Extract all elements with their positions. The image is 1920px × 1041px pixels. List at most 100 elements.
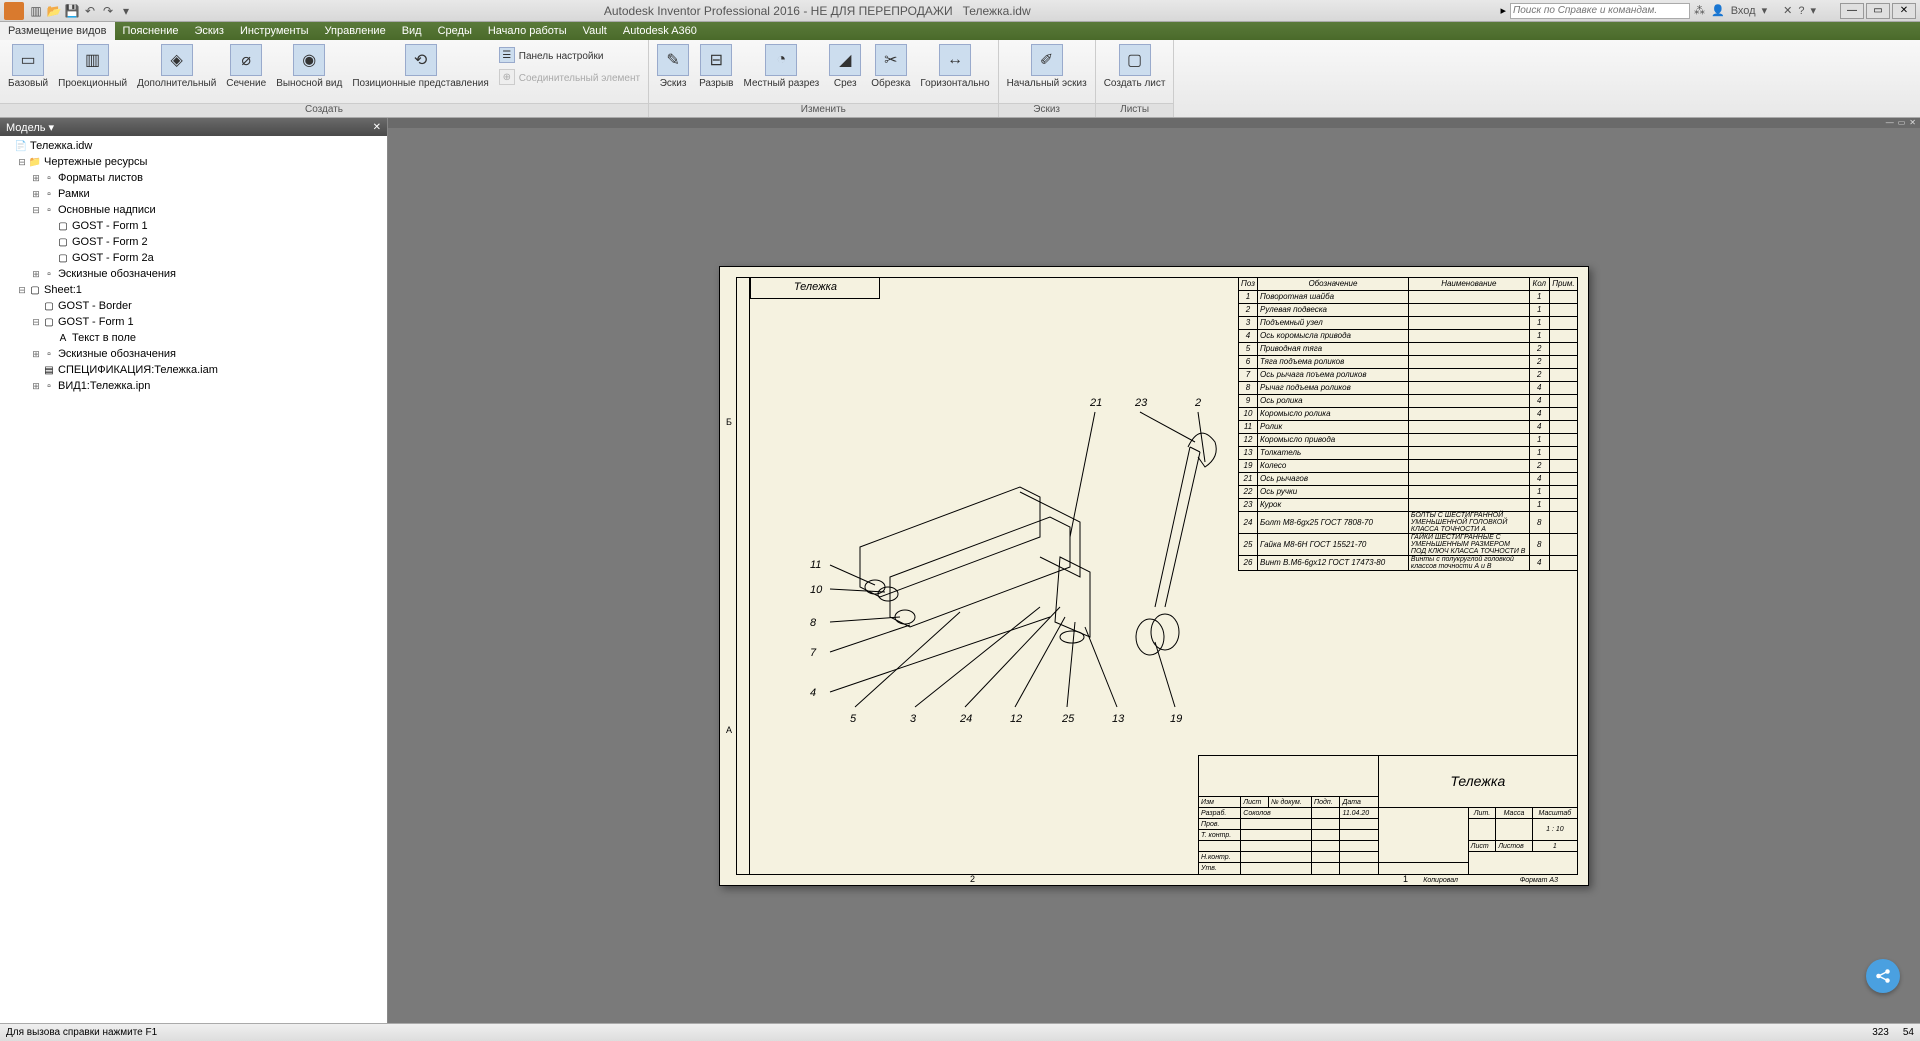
node-icon: ▢: [56, 235, 70, 249]
qat-redo-icon[interactable]: ↷: [100, 3, 116, 19]
tree-node[interactable]: ⊟▢Sheet:1: [2, 282, 385, 298]
help-icon[interactable]: ?: [1798, 5, 1804, 17]
expand-icon[interactable]: ⊞: [30, 189, 42, 200]
ribbon-icon: ☰: [499, 47, 515, 63]
expand-icon[interactable]: ⊞: [30, 381, 42, 392]
node-icon: ▢: [28, 283, 42, 297]
node-icon: A: [56, 331, 70, 345]
ribbon-tab[interactable]: Вид: [394, 22, 430, 40]
node-label: GOST - Form 1: [72, 220, 148, 232]
tree-node[interactable]: ⊞▫Эскизные обозначения: [2, 346, 385, 362]
tree-node[interactable]: ⊟▢GOST - Form 1: [2, 314, 385, 330]
ribbon: ▭Базовый▥Проекционный◈Дополнительный⌀Сеч…: [0, 40, 1920, 118]
balloon-label: 3: [910, 713, 916, 725]
dropdown2-icon[interactable]: ▾: [1810, 4, 1816, 17]
ribbon-tab[interactable]: Среды: [430, 22, 480, 40]
tree-node[interactable]: ⊞▫Эскизные обозначения: [2, 266, 385, 282]
expand-icon[interactable]: ⊟: [16, 157, 28, 168]
tree-node[interactable]: ▢GOST - Form 2a: [2, 250, 385, 266]
x-icon[interactable]: ✕: [1783, 4, 1792, 17]
ribbon-button[interactable]: ☰Панель настройки: [495, 46, 644, 66]
ribbon-icon: ◈: [161, 44, 193, 76]
ribbon-button[interactable]: ⊟Разрыв: [695, 42, 737, 91]
tree-node[interactable]: ▢GOST - Form 1: [2, 218, 385, 234]
ribbon-button[interactable]: ▭Базовый: [4, 42, 52, 91]
tree-node[interactable]: ▤СПЕЦИФИКАЦИЯ:Тележка.iam: [2, 362, 385, 378]
signin-label[interactable]: Вход: [1731, 5, 1756, 17]
ribbon-button[interactable]: ✐Начальный эскиз: [1003, 42, 1091, 91]
expand-icon[interactable]: ⊞: [30, 173, 42, 184]
tree-node[interactable]: ⊞▫Форматы листов: [2, 170, 385, 186]
tree-node[interactable]: ⊞▫ВИД1:Тележка.ipn: [2, 378, 385, 394]
ribbon-button: ⊕Соединительный элемент: [495, 68, 644, 88]
qat-open-icon[interactable]: 📂: [46, 3, 62, 19]
ribbon-tab[interactable]: Пояснение: [115, 22, 187, 40]
share-button[interactable]: [1866, 959, 1900, 993]
expand-icon[interactable]: ⊞: [30, 349, 42, 360]
ribbon-button[interactable]: ◢Срез: [825, 42, 865, 91]
qat-dropdown-icon[interactable]: ▾: [118, 3, 134, 19]
browser-tree[interactable]: 📄Тележка.idw⊟📁Чертежные ресурсы⊞▫Форматы…: [0, 136, 387, 1023]
browser-close-icon[interactable]: ✕: [373, 122, 381, 133]
ribbon-tab[interactable]: Vault: [575, 22, 615, 40]
ribbon-button[interactable]: ⌀Сечение: [222, 42, 270, 91]
qat-new-icon[interactable]: ▥: [28, 3, 44, 19]
node-label: GOST - Border: [58, 300, 132, 312]
expand-icon[interactable]: ⊟: [30, 205, 42, 216]
node-label: Эскизные обозначения: [58, 348, 176, 360]
ribbon-button[interactable]: ✂Обрезка: [867, 42, 914, 91]
tree-node[interactable]: ⊟📁Чертежные ресурсы: [2, 154, 385, 170]
tree-node[interactable]: ⊟▫Основные надписи: [2, 202, 385, 218]
top-left-title: Тележка: [750, 277, 880, 299]
expand-icon[interactable]: ⊟: [30, 317, 42, 328]
node-icon: 📄: [14, 139, 28, 153]
expand-icon[interactable]: ⊞: [30, 269, 42, 280]
close-button[interactable]: ✕: [1892, 3, 1916, 19]
search-arrow-icon[interactable]: ▸: [1500, 4, 1506, 17]
signin-icon[interactable]: 👤: [1711, 4, 1725, 17]
ribbon-button[interactable]: ◉Выносной вид: [272, 42, 346, 91]
ribbon-tab[interactable]: Инструменты: [232, 22, 317, 40]
node-icon: ▫: [42, 267, 56, 281]
dropdown-icon[interactable]: ▾: [1762, 4, 1768, 17]
doc-max-icon[interactable]: ▭: [1898, 118, 1906, 128]
ribbon-tab[interactable]: Эскиз: [187, 22, 232, 40]
qat-undo-icon[interactable]: ↶: [82, 3, 98, 19]
tree-node[interactable]: AТекст в поле: [2, 330, 385, 346]
tree-node[interactable]: 📄Тележка.idw: [2, 138, 385, 154]
ribbon-icon: ⊟: [700, 44, 732, 76]
node-label: Текст в поле: [72, 332, 136, 344]
expand-icon[interactable]: ⊟: [16, 285, 28, 296]
ribbon-button[interactable]: ◈Дополнительный: [133, 42, 220, 91]
ribbon-tab[interactable]: Autodesk A360: [615, 22, 705, 40]
ribbon-button[interactable]: ▢Создать лист: [1100, 42, 1170, 91]
tree-node[interactable]: ▢GOST - Border: [2, 298, 385, 314]
drawing-canvas[interactable]: Тележка Б А 2 1 ПозОбозначениеНаименован…: [388, 128, 1920, 1023]
maximize-button[interactable]: ▭: [1866, 3, 1890, 19]
ribbon-tab[interactable]: Размещение видов: [0, 22, 115, 40]
balloon-label: 23: [1135, 397, 1147, 409]
browser-header[interactable]: Модель ▾ ✕: [0, 118, 387, 136]
tree-node[interactable]: ⊞▫Рамки: [2, 186, 385, 202]
ribbon-button[interactable]: ✎Эскиз: [653, 42, 693, 91]
doc-close-icon[interactable]: ✕: [1909, 118, 1916, 128]
qat-save-icon[interactable]: 💾: [64, 3, 80, 19]
star-icon[interactable]: ⁂: [1694, 4, 1705, 17]
minimize-button[interactable]: —: [1840, 3, 1864, 19]
ribbon-button[interactable]: ⟲Позиционные представления: [348, 42, 492, 91]
ribbon-group-label: Эскиз: [999, 103, 1095, 117]
ribbon-button[interactable]: ↔Горизонтально: [916, 42, 993, 91]
node-label: ВИД1:Тележка.ipn: [58, 380, 150, 392]
doc-min-icon[interactable]: —: [1886, 118, 1894, 128]
ribbon-tab[interactable]: Начало работы: [480, 22, 575, 40]
node-label: Рамки: [58, 188, 90, 200]
node-label: Эскизные обозначения: [58, 268, 176, 280]
ribbon-tab[interactable]: Управление: [317, 22, 394, 40]
ribbon-button[interactable]: ◔Местный разрез: [740, 42, 824, 91]
search-input[interactable]: [1510, 3, 1690, 19]
ruler-mark: А: [726, 725, 732, 735]
node-icon: ▢: [42, 299, 56, 313]
tree-node[interactable]: ▢GOST - Form 2: [2, 234, 385, 250]
node-icon: ▫: [42, 347, 56, 361]
ribbon-button[interactable]: ▥Проекционный: [54, 42, 131, 91]
